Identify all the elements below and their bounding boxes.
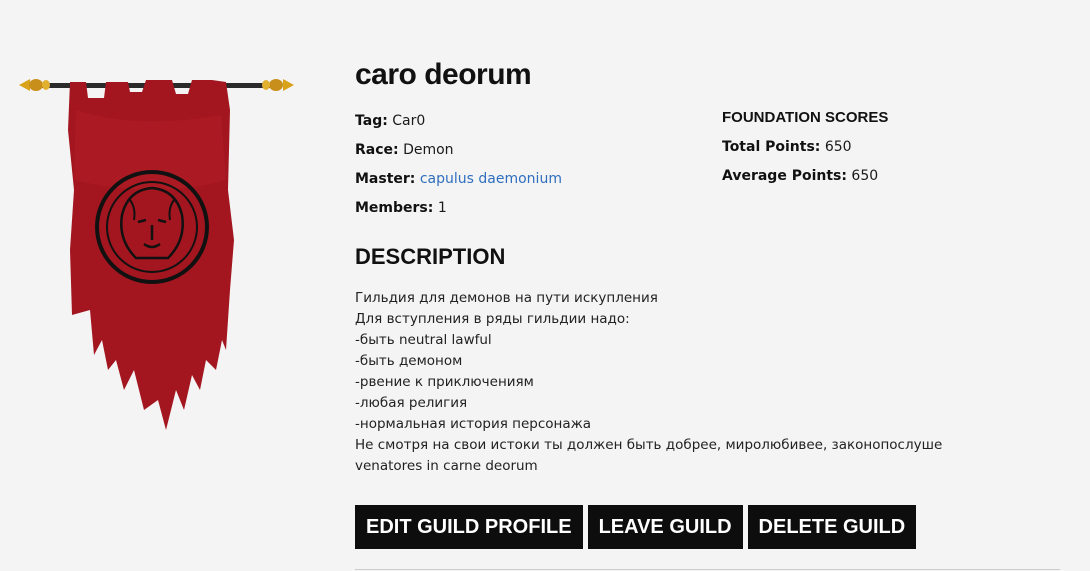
tag-label: Tag: [355,113,388,129]
tag-value: Car0 [392,113,426,129]
left-finial-icon [19,79,50,91]
members-value: 1 [437,200,447,216]
description-line: -быть neutral lawful [355,332,492,348]
leave-guild-button[interactable]: LEAVE GUILD [587,505,743,549]
average-points-row: Average Points: 650 [722,165,888,194]
description-line: -рвение к приключениям [355,374,534,390]
guild-info: Tag: Car0 Race: Demon Master: capulus da… [355,110,562,226]
average-points-label: Average Points: [722,168,847,184]
race-value: Demon [403,142,454,158]
master-row: Master: capulus daemonium [355,168,562,197]
tag-row: Tag: Car0 [355,110,562,139]
members-label: Members: [355,200,434,216]
description-title: DESCRIPTION [355,244,506,269]
description-line: Не смотря на свои истоки ты должен быть … [355,437,943,453]
master-label: Master: [355,171,416,187]
total-points-value: 650 [824,139,852,155]
race-label: Race: [355,142,399,158]
foundation-scores: FOUNDATION SCORES Total Points: 650 Aver… [722,108,888,194]
divider [355,569,1060,570]
edit-guild-profile-button[interactable]: EDIT GUILD PROFILE [355,505,583,549]
description-line: -нормальная история персонажа [355,416,592,432]
right-finial-icon [262,79,294,91]
total-points-row: Total Points: 650 [722,136,888,165]
description-line: venatores in carne deorum [355,458,538,474]
guild-banner [16,70,298,440]
guild-name: caro deorum [355,58,532,91]
average-points-value: 650 [851,168,879,184]
guild-actions: EDIT GUILD PROFILE LEAVE GUILD DELETE GU… [355,505,917,549]
delete-guild-button[interactable]: DELETE GUILD [747,505,917,549]
master-link[interactable]: capulus daemonium [420,171,562,187]
description-line: Гильдия для демонов на пути искупления [355,290,658,306]
total-points-label: Total Points: [722,139,821,155]
description-body: Гильдия для демонов на пути искупления Д… [355,288,955,477]
description-line: -любая религия [355,395,468,411]
description-line: -быть демоном [355,353,463,369]
race-row: Race: Demon [355,139,562,168]
members-row: Members: 1 [355,197,562,226]
description-line: Для вступления в ряды гильдии надо: [355,311,630,327]
scores-title: FOUNDATION SCORES [722,109,889,126]
